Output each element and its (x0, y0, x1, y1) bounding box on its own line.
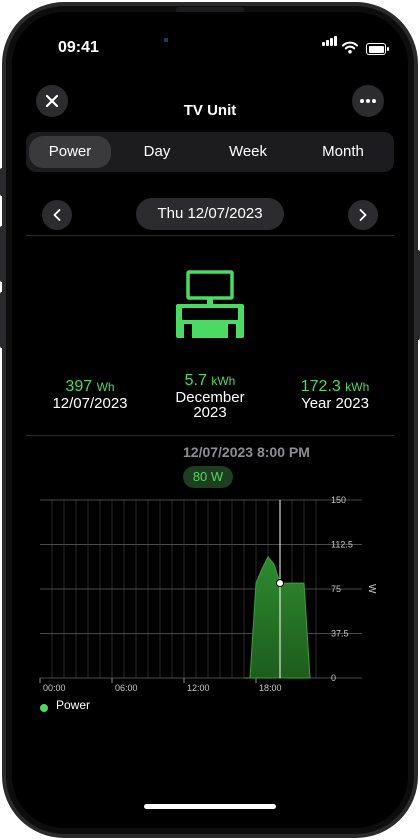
power-chart[interactable]: 150 112.5 75 37.5 0 W 00:00 06:00 12:00 18:00 (12, 482, 408, 694)
next-date-button[interactable] (348, 200, 378, 230)
chart-x-tick-label: 00:00 (43, 683, 66, 693)
chevron-left-icon (53, 209, 61, 221)
stat-year: 172.3 kWh Year 2023 (280, 378, 390, 411)
more-options-button[interactable] (352, 85, 384, 117)
stat-month: 5.7 kWh December 2023 (160, 372, 260, 420)
chart-y-tick-label: 75 (331, 584, 341, 594)
stat-day-unit: Wh (96, 380, 115, 394)
volume-down-button (0, 292, 4, 348)
chevron-right-icon (359, 209, 367, 221)
previous-date-button[interactable] (42, 200, 72, 230)
divider (26, 435, 394, 436)
chart-y-tick-label: 150 (331, 495, 346, 505)
mute-switch (0, 168, 4, 196)
chart-y-axis-title: W (366, 584, 377, 594)
phone-device: 09:41 TV Unit Power Day Week Month Thu 1… (0, 0, 420, 840)
tab-week[interactable]: Week (210, 136, 286, 168)
tab-month[interactable]: Month (298, 136, 388, 168)
status-time: 09:41 (58, 39, 99, 56)
stat-year-label: Year 2023 (301, 395, 369, 412)
stat-month-value: 5.7 (184, 372, 207, 389)
stat-day-value: 397 (65, 378, 93, 395)
tab-power[interactable]: Power (29, 136, 111, 168)
stat-year-unit: kWh (345, 380, 370, 394)
chart-y-tick-label: 112.5 (331, 540, 353, 550)
volume-up-button (0, 226, 4, 282)
chart-cursor-point (276, 579, 284, 588)
side-button (416, 250, 420, 340)
stat-month-label-1: December (175, 389, 245, 406)
battery-icon (366, 43, 389, 55)
date-selector[interactable]: Thu 12/07/2023 (136, 198, 284, 230)
more-icon (360, 99, 376, 103)
legend-label: Power (56, 698, 91, 712)
chart-y-tick-label: 37.5 (331, 629, 349, 639)
period-tabs: Power Day Week Month (26, 132, 394, 172)
chart-x-tick-label: 06:00 (115, 683, 138, 693)
stat-month-unit: kWh (211, 374, 236, 388)
screen: 09:41 TV Unit Power Day Week Month Thu 1… (12, 12, 408, 828)
selected-time: 12/07/2023 8:00 PM (183, 444, 310, 460)
chart-x-tick-label: 12:00 (187, 683, 210, 693)
divider (26, 235, 394, 236)
stat-day-label: 12/07/2023 (52, 395, 128, 412)
home-indicator[interactable] (144, 804, 276, 809)
tv-unit-icon (176, 270, 244, 338)
tab-day[interactable]: Day (122, 136, 192, 168)
page-title: TV Unit (183, 102, 237, 119)
stat-month-label-2: 2023 (193, 404, 227, 421)
legend-dot (40, 704, 48, 712)
wifi-icon (342, 41, 358, 54)
stat-day: 397 Wh 12/07/2023 (30, 378, 150, 411)
chart-series-area-power (244, 556, 311, 679)
stat-year-value: 172.3 (300, 378, 341, 395)
camera-dot (164, 38, 168, 42)
chart-x-tick-label: 18:00 (259, 683, 282, 693)
chart-y-tick-label: 0 (331, 673, 336, 683)
